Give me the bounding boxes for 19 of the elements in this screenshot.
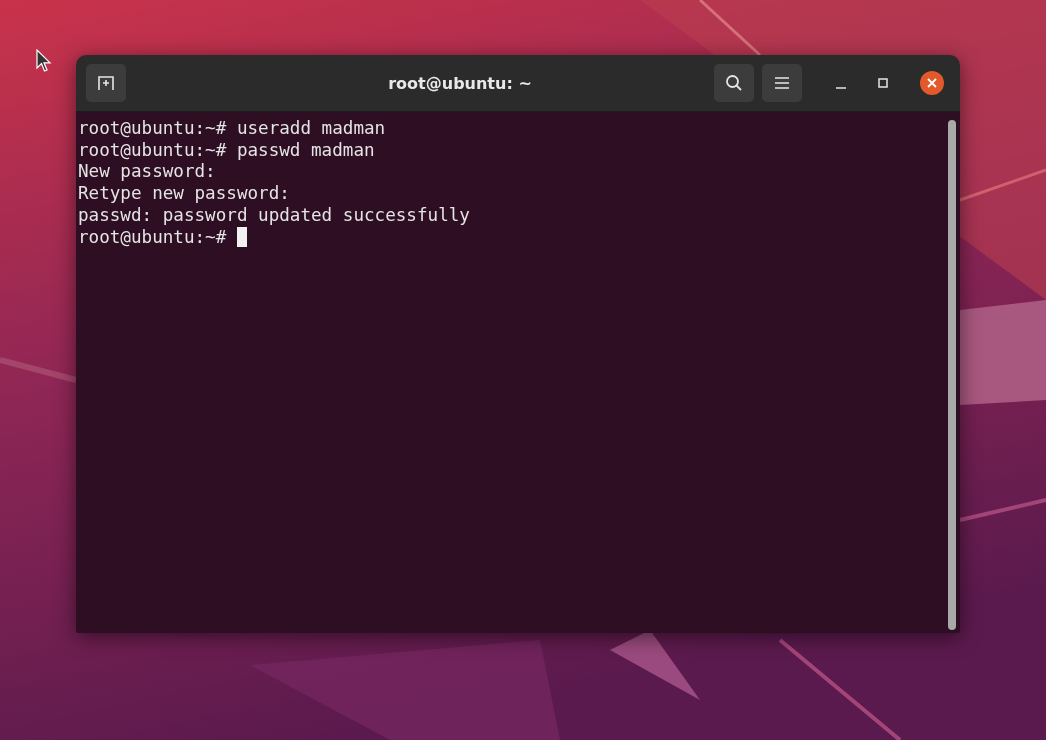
menu-button[interactable] — [762, 64, 802, 102]
new-tab-icon — [97, 75, 115, 91]
scrollbar[interactable] — [948, 120, 956, 630]
terminal-line: New password: — [78, 161, 217, 184]
search-icon — [725, 74, 743, 92]
search-button[interactable] — [714, 64, 754, 102]
mouse-pointer-icon — [36, 49, 52, 73]
terminal-line: root@ubuntu:~# useradd madman — [78, 118, 387, 140]
minimize-icon — [836, 87, 846, 89]
terminal-line: Retype new password: — [78, 183, 291, 205]
window-title: root@ubuntu: ~ — [387, 73, 533, 93]
close-button[interactable] — [920, 71, 944, 95]
terminal-line: root@ubuntu:~# passwd madman — [78, 139, 376, 162]
maximize-icon — [878, 78, 888, 88]
menu-icon — [775, 77, 789, 89]
close-icon — [927, 78, 937, 88]
new-tab-button[interactable] — [86, 64, 126, 102]
terminal-prompt: root@ubuntu:~# — [78, 226, 227, 249]
terminal-line: passwd: password updated successfully — [78, 204, 471, 227]
